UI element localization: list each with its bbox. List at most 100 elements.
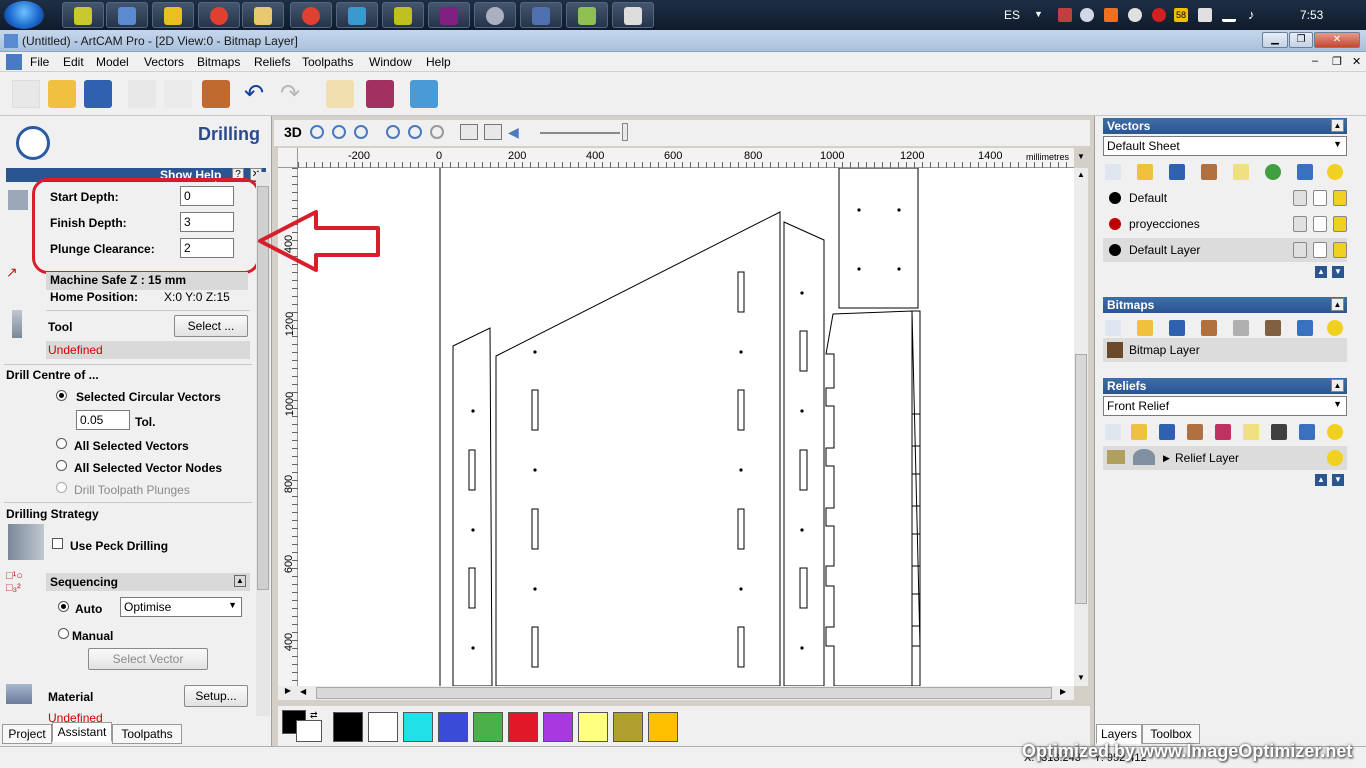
taskbar-app-chrome[interactable] xyxy=(198,2,240,28)
open-relief-icon[interactable] xyxy=(1131,424,1147,440)
tray-cloud-icon[interactable] xyxy=(1080,8,1094,22)
drill-point[interactable] xyxy=(739,350,743,354)
colour-swatch[interactable] xyxy=(368,712,398,742)
undo-icon[interactable]: ↶ xyxy=(244,80,272,108)
bitmap-image-icon[interactable] xyxy=(1265,320,1281,336)
merge-bitmap-icon[interactable] xyxy=(1201,320,1217,336)
taskbar-app-artcam[interactable] xyxy=(106,2,148,28)
radio-all-vectors[interactable] xyxy=(56,438,67,449)
slot[interactable] xyxy=(799,449,808,491)
tolerance-input[interactable] xyxy=(76,410,130,430)
collapse-icon[interactable]: ▲ xyxy=(234,575,246,587)
drill-point[interactable] xyxy=(857,208,861,212)
radio-auto[interactable] xyxy=(58,601,69,612)
horizontal-scrollbar[interactable]: ◀ ▶ xyxy=(298,686,1074,700)
reliefs-collapse-icon[interactable]: ▲ xyxy=(1331,379,1344,392)
plunge-clearance-input[interactable] xyxy=(180,238,234,258)
taskbar-app-13[interactable] xyxy=(612,2,654,28)
3d-view-button[interactable]: 3D xyxy=(284,124,302,140)
vector-sheet-select[interactable]: Default Sheet ▼ xyxy=(1103,136,1347,156)
tray-flag-icon[interactable] xyxy=(1058,8,1072,22)
menu-toolpaths[interactable]: Toolpaths xyxy=(302,55,353,69)
doc-restore-button[interactable]: ❐ xyxy=(1332,55,1342,68)
visibility-bulb-icon[interactable] xyxy=(1333,216,1347,232)
edit-pen-icon[interactable] xyxy=(1313,190,1327,206)
slot[interactable] xyxy=(799,330,808,372)
notes-icon[interactable] xyxy=(326,80,354,108)
sequencing-select[interactable]: Optimise ▼ xyxy=(120,597,242,617)
language-indicator[interactable]: ES xyxy=(1004,8,1020,22)
view-toggle-2-icon[interactable] xyxy=(484,124,502,140)
delete-layer-icon[interactable] xyxy=(1297,164,1313,180)
doc-icon[interactable] xyxy=(6,54,22,70)
menu-window[interactable]: Window xyxy=(369,55,412,69)
relief-visibility-icon[interactable] xyxy=(1327,450,1343,466)
bitmap-bulbs-icon[interactable] xyxy=(1327,320,1343,336)
vector-layer-row[interactable]: Default Layer xyxy=(1103,238,1347,262)
save-icon[interactable] xyxy=(84,80,112,108)
drawing-canvas[interactable] xyxy=(298,168,1074,686)
secondary-colour-swatch[interactable] xyxy=(296,720,322,742)
lock-icon[interactable] xyxy=(1293,190,1307,206)
menu-edit[interactable]: Edit xyxy=(63,55,84,69)
scroll-left-icon[interactable]: ◀ xyxy=(300,687,306,696)
drill-point[interactable] xyxy=(471,528,475,532)
expand-right-icon[interactable]: ▶ xyxy=(278,686,298,700)
slot[interactable] xyxy=(737,389,745,431)
edit-pen-icon[interactable] xyxy=(1313,242,1327,258)
zoom-out-icon[interactable] xyxy=(332,125,346,139)
radio-toolpath-plunges[interactable] xyxy=(56,482,67,493)
visibility-bulb-icon[interactable] xyxy=(1333,190,1347,206)
start-button[interactable] xyxy=(4,1,44,29)
drill-point[interactable] xyxy=(800,291,804,295)
slot[interactable] xyxy=(531,626,539,668)
slot[interactable] xyxy=(531,389,539,431)
material-setup-button[interactable]: Setup... xyxy=(184,685,248,707)
redo-icon[interactable]: ↷ xyxy=(280,80,308,108)
tray-device-icon[interactable] xyxy=(1198,8,1212,22)
menu-reliefs[interactable]: Reliefs xyxy=(254,55,291,69)
save-relief-icon[interactable] xyxy=(1159,424,1175,440)
drill-point[interactable] xyxy=(533,587,537,591)
layer-colour-icon[interactable] xyxy=(1109,192,1121,204)
open-bitmap-icon[interactable] xyxy=(1137,320,1153,336)
merge-relief-icon[interactable] xyxy=(1187,424,1203,440)
vector-panel-2[interactable] xyxy=(495,211,781,686)
drill-point[interactable] xyxy=(471,646,475,650)
merge-layer-icon[interactable] xyxy=(1201,164,1217,180)
bitmap-layer-row[interactable]: Bitmap Layer xyxy=(1103,338,1347,362)
slider-track[interactable] xyxy=(540,132,620,134)
taskbar-app-1[interactable] xyxy=(62,2,104,28)
tab-toolpaths[interactable]: Toolpaths xyxy=(112,724,182,744)
menu-help[interactable]: Help xyxy=(426,55,451,69)
tray-expand-icon[interactable]: ▼ xyxy=(1034,9,1043,19)
vector-layer-row[interactable]: proyecciones xyxy=(1103,212,1347,236)
tab-assistant[interactable]: Assistant xyxy=(52,722,112,742)
delete-relief-icon[interactable] xyxy=(1299,424,1315,440)
swap-colours-icon[interactable]: ⇄ xyxy=(310,710,322,720)
slot[interactable] xyxy=(531,508,539,550)
select-vector-button[interactable]: Select Vector xyxy=(88,648,208,670)
wizard-icon[interactable] xyxy=(410,80,438,108)
colour-swatch[interactable] xyxy=(438,712,468,742)
doc-minimize-button[interactable]: – xyxy=(1312,55,1318,67)
vector-panel-3[interactable] xyxy=(783,221,825,686)
colour-swatch[interactable] xyxy=(333,712,363,742)
open-layer-icon[interactable] xyxy=(1137,164,1153,180)
tray-app-icon[interactable] xyxy=(1104,8,1118,22)
menu-model[interactable]: Model xyxy=(96,55,129,69)
relief-sheet-select[interactable]: Front Relief ▼ xyxy=(1103,396,1347,416)
vertical-scrollbar[interactable]: ▲ ▼ xyxy=(1074,168,1088,686)
tool-select-button[interactable]: Select ... xyxy=(174,315,248,337)
visibility-bulb-icon[interactable] xyxy=(1333,242,1347,258)
bitmap-grey-icon[interactable] xyxy=(1233,320,1249,336)
colour-swatch[interactable] xyxy=(648,712,678,742)
clock[interactable]: 7:53 xyxy=(1300,8,1323,22)
paste-icon[interactable] xyxy=(202,80,230,108)
zoom-box-icon[interactable] xyxy=(354,125,368,139)
zoom-in-icon[interactable] xyxy=(310,125,324,139)
scroll-up-icon[interactable]: ▲ xyxy=(1077,170,1085,179)
slot[interactable] xyxy=(468,567,476,609)
vertical-scrollbar-thumb[interactable] xyxy=(1075,354,1087,604)
layer-colour-icon[interactable] xyxy=(1109,218,1121,230)
